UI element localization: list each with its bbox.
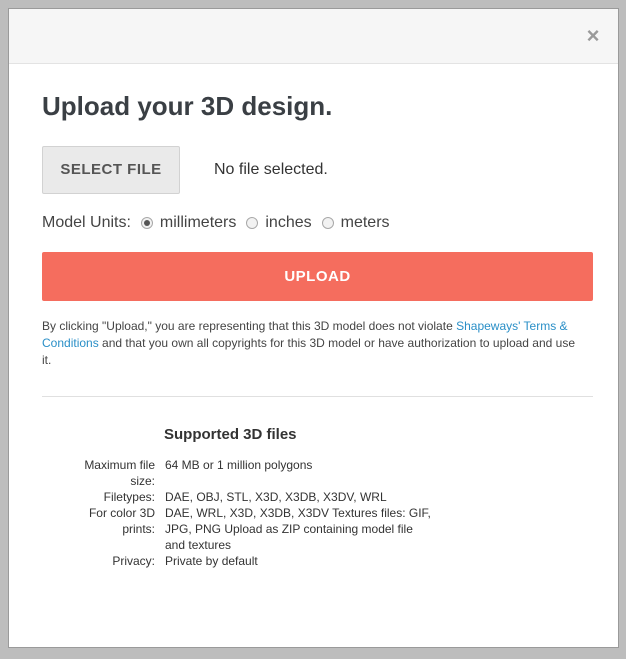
close-icon[interactable]: × [582, 25, 604, 47]
radio-unchecked-icon[interactable] [321, 217, 334, 229]
units-option-label: inches [265, 214, 312, 231]
spec-value: 64 MB or 1 million polygons [165, 458, 313, 472]
upload-disclaimer: By clicking "Upload," you are representi… [42, 318, 582, 369]
modal-header: × [9, 9, 618, 64]
table-row: For color 3D prints: DAE, WRL, X3D, X3DB… [59, 505, 435, 553]
table-row: Filetypes: DAE, OBJ, STL, X3D, X3DB, X3D… [59, 489, 435, 505]
spec-value: Private by default [165, 554, 258, 568]
radio-unchecked-icon[interactable] [246, 217, 259, 229]
table-row: Privacy: Private by default [59, 553, 435, 569]
units-radio-millimeters[interactable]: millimeters [140, 214, 237, 232]
units-option-label: meters [340, 214, 390, 231]
disclaimer-text-before: By clicking "Upload," you are representi… [42, 319, 453, 333]
radio-checked-icon[interactable] [140, 217, 153, 229]
spec-key: For color 3D prints: [88, 506, 155, 536]
units-option-label: millimeters [159, 214, 237, 231]
section-divider [42, 396, 593, 397]
modal-title: Upload your 3D design. [42, 91, 333, 121]
upload-modal: × Upload your 3D design. SELECT FILE No … [8, 8, 619, 648]
spec-value: DAE, WRL, X3D, X3DB, X3DV Textures files… [165, 506, 431, 552]
spec-key: Maximum file size: [84, 458, 155, 488]
units-radio-meters[interactable]: meters [321, 214, 390, 232]
table-row: Maximum file size: 64 MB or 1 million po… [59, 457, 435, 489]
model-units-label: Model Units: [42, 214, 131, 231]
file-status-text: No file selected. [214, 161, 328, 178]
disclaimer-text-after: and that you own all copyrights for this… [42, 336, 576, 367]
spec-key: Privacy: [112, 554, 155, 568]
units-radio-inches[interactable]: inches [246, 214, 312, 232]
select-file-button[interactable]: SELECT FILE [42, 146, 180, 194]
supported-files-table: Maximum file size: 64 MB or 1 million po… [59, 457, 435, 569]
model-units-group: Model Units: millimeters inches meters [42, 214, 400, 232]
spec-value: DAE, OBJ, STL, X3D, X3DB, X3DV, WRL [165, 490, 387, 504]
upload-button[interactable]: UPLOAD [42, 252, 593, 301]
spec-key: Filetypes: [103, 490, 155, 504]
supported-files-title: Supported 3D files [164, 426, 297, 443]
